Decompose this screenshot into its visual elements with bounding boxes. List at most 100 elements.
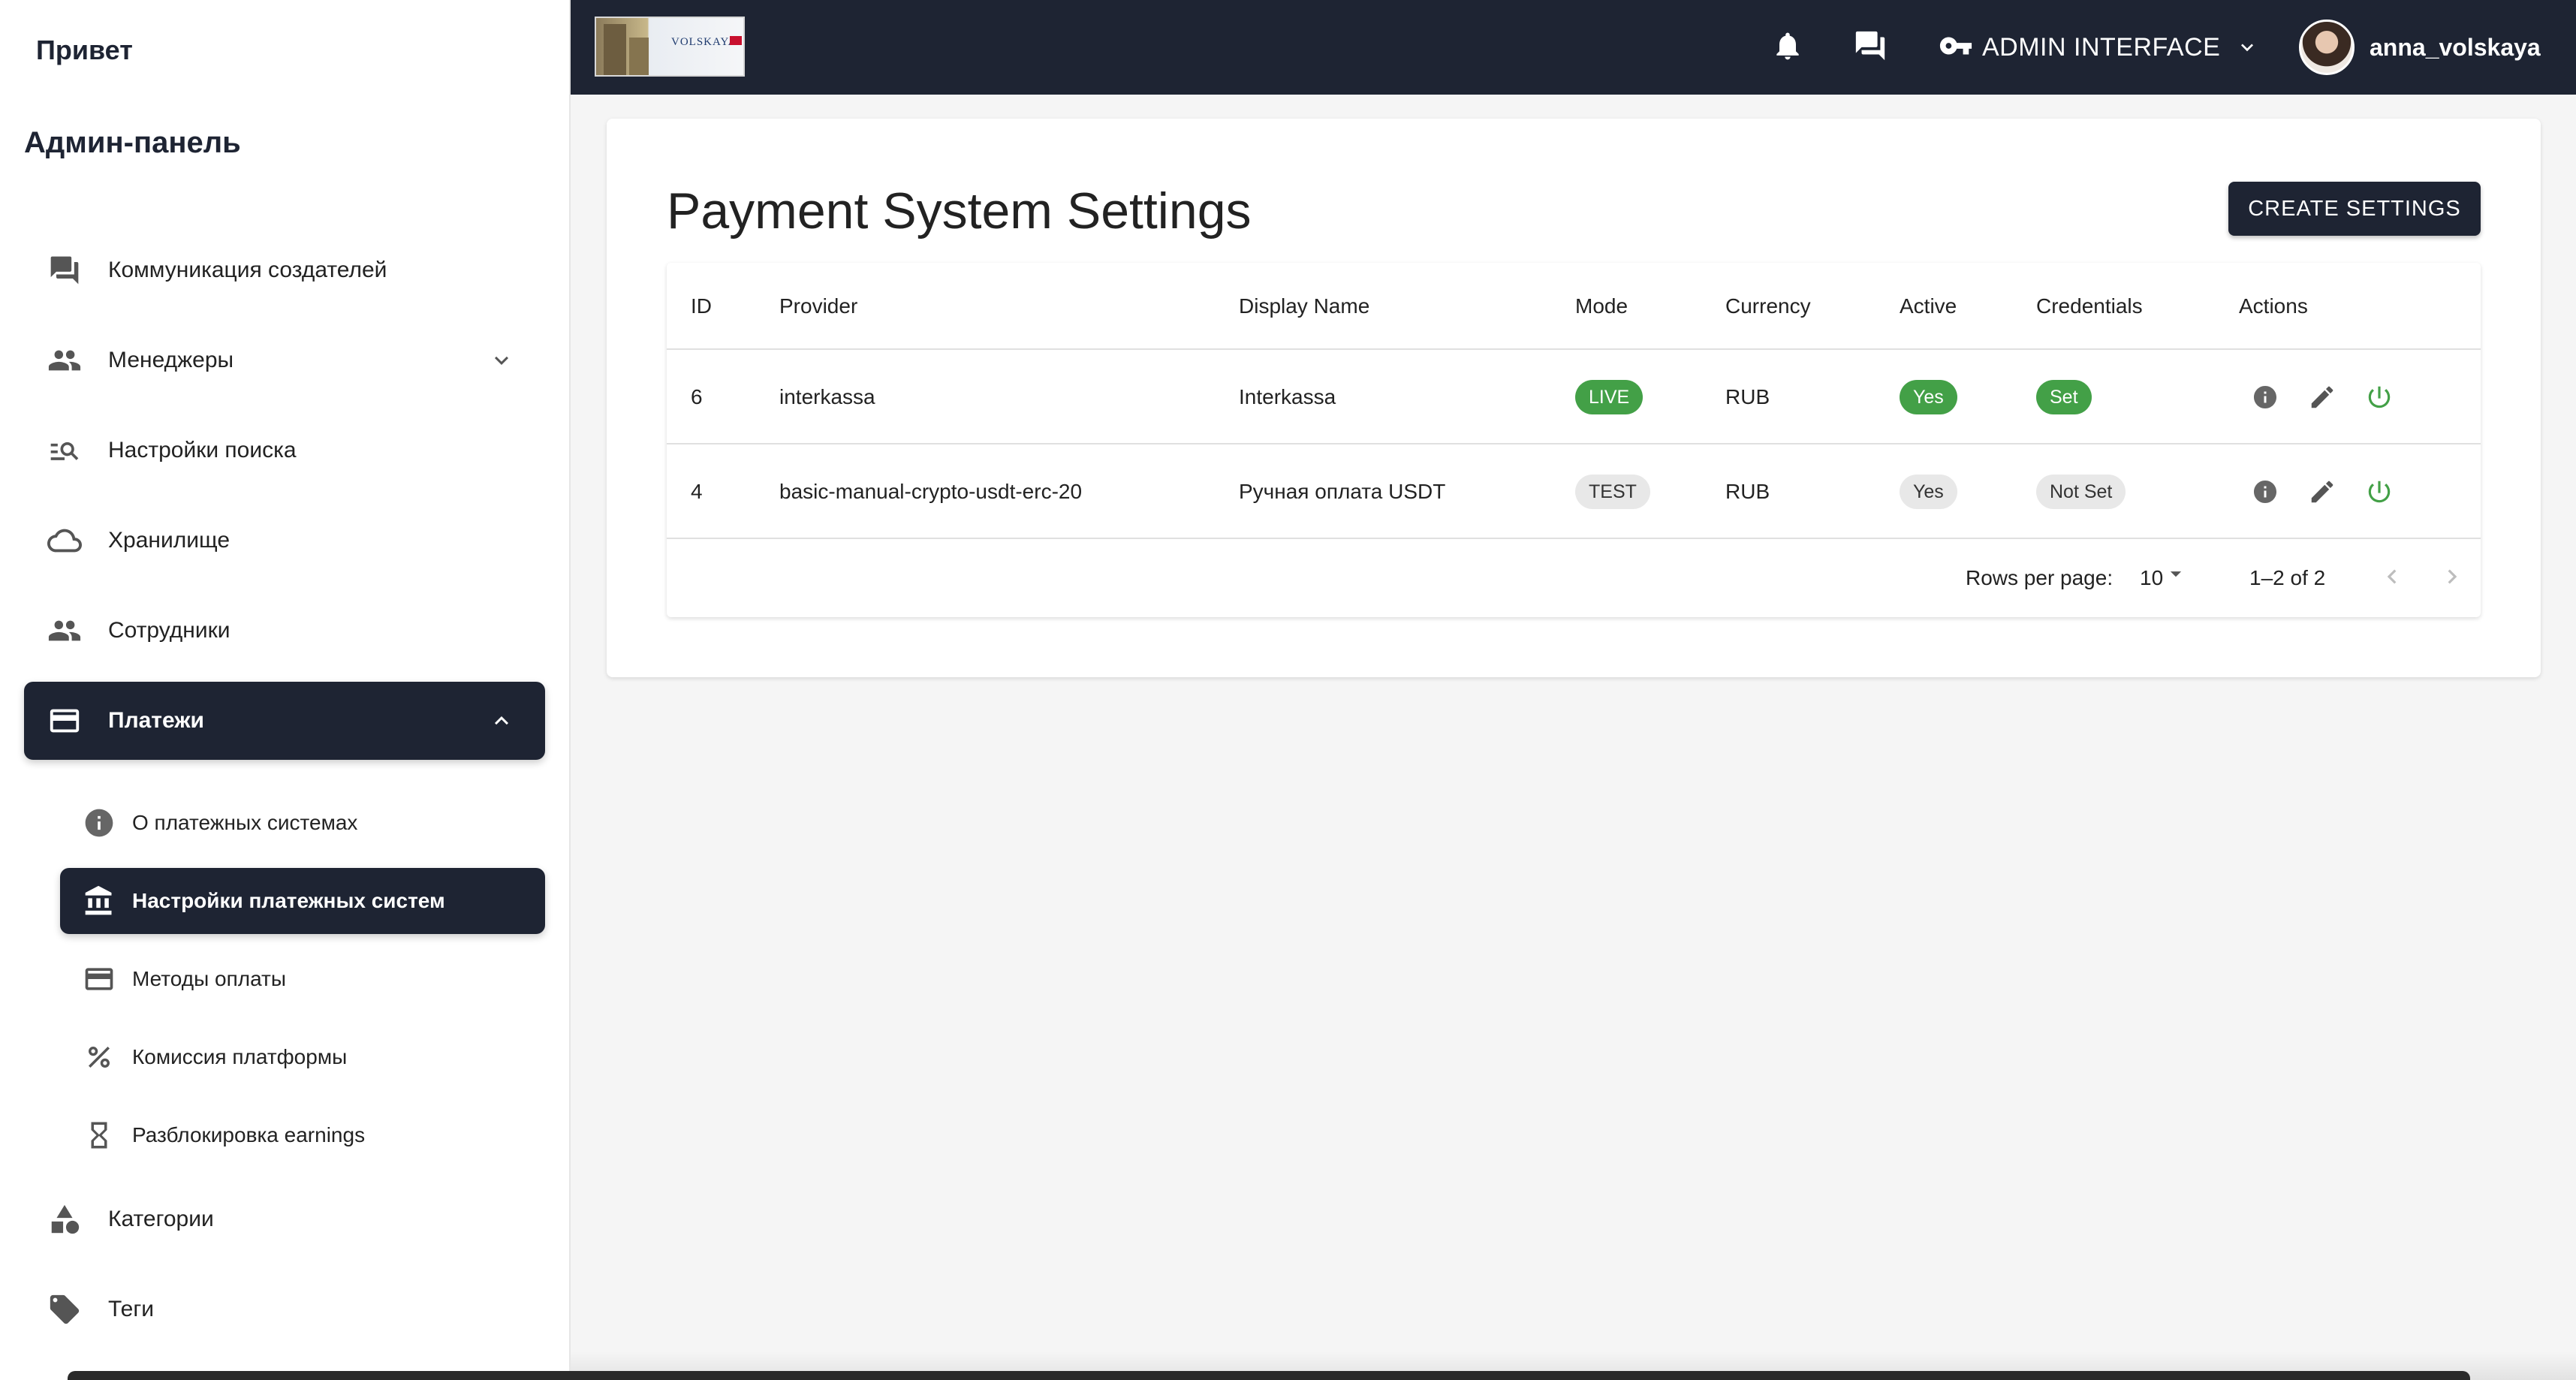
sidebar-item-label: Настройки поиска: [108, 438, 297, 463]
sidebar-item-managers[interactable]: Менеджеры: [24, 321, 545, 399]
info-icon[interactable]: [2248, 475, 2282, 509]
admin-interface-label: ADMIN INTERFACE: [1982, 32, 2221, 62]
pagination-range: 1–2 of 2: [2249, 566, 2326, 589]
cell-provider: interkassa: [779, 385, 875, 408]
sidebar-nav-lower: Категории Теги: [24, 1180, 545, 1360]
bank-icon: [83, 884, 116, 917]
chevron-down-icon[interactable]: [488, 347, 515, 374]
credit-card-icon: [83, 963, 116, 996]
settings-table: ID Provider Display Name Mode Currency A…: [667, 263, 2481, 617]
credentials-badge: Not Set: [2036, 475, 2126, 509]
site-logo[interactable]: VOLSKAYA: [595, 17, 745, 77]
submenu-item-payment-methods[interactable]: Методы оплаты: [60, 946, 545, 1012]
sidebar-item-storage[interactable]: Хранилище: [24, 502, 545, 580]
table-row: 4 basic-manual-crypto-usdt-erc-20 Ручная…: [667, 444, 2481, 539]
column-header-credentials[interactable]: Credentials: [2036, 263, 2143, 350]
table-row: 6 interkassa Interkassa LIVE RUB Yes Set: [667, 350, 2481, 444]
sidebar-item-label: Платежи: [108, 708, 204, 733]
page-title: Payment System Settings: [667, 182, 1252, 240]
power-icon[interactable]: [2362, 475, 2397, 509]
active-badge: Yes: [1900, 475, 1957, 509]
sidebar-item-search-settings[interactable]: Настройки поиска: [24, 411, 545, 490]
avatar: [2299, 20, 2355, 75]
mode-badge: LIVE: [1575, 380, 1644, 414]
manage-search-icon: [47, 432, 83, 469]
hourglass-icon: [83, 1119, 116, 1152]
cell-display-name: Interkassa: [1239, 385, 1336, 408]
sidebar-item-payments[interactable]: Платежи: [24, 682, 545, 760]
submenu-item-earnings-unlock[interactable]: Разблокировка earnings: [60, 1102, 545, 1168]
people-icon: [47, 342, 83, 378]
sidebar-nav: Коммуникация создателей Менеджеры Настро…: [24, 231, 545, 772]
chevron-up-icon[interactable]: [488, 707, 515, 734]
table-pagination: Rows per page: 10 1–2 of 2: [667, 539, 2481, 617]
sidebar-item-label: Хранилище: [108, 528, 230, 553]
edit-icon[interactable]: [2305, 380, 2339, 414]
info-icon: [83, 806, 116, 839]
notifications-button[interactable]: [1769, 29, 1806, 66]
info-icon[interactable]: [2248, 380, 2282, 414]
forum-icon: [1853, 29, 1888, 67]
rows-per-page-label: Rows per page:: [1966, 566, 2114, 589]
sidebar: Привет Админ-панель Коммуникация создате…: [0, 0, 571, 1380]
column-header-currency[interactable]: Currency: [1725, 263, 1811, 350]
dock-edge: [68, 1371, 2470, 1380]
rows-per-page-select[interactable]: 10: [2140, 562, 2189, 595]
top-app-bar: VOLSKAYA ADMIN INTERFACE anna_volskaya: [571, 0, 2576, 95]
submenu-item-payment-system-settings[interactable]: Настройки платежных систем: [60, 868, 545, 934]
sidebar-item-creator-communication[interactable]: Коммуникация создателей: [24, 231, 545, 309]
sidebar-item-label: Теги: [108, 1297, 155, 1321]
logo-tower-shape: [604, 24, 626, 75]
payments-submenu: О платежных системах Настройки платежных…: [60, 790, 545, 1180]
active-badge: Yes: [1900, 380, 1957, 414]
sidebar-item-label: Категории: [108, 1207, 214, 1231]
previous-page-button[interactable]: [2374, 560, 2410, 596]
submenu-item-platform-commission[interactable]: Комиссия платформы: [60, 1024, 545, 1090]
column-header-id[interactable]: ID: [691, 263, 712, 350]
submenu-item-label: Настройки платежных систем: [132, 889, 445, 912]
submenu-item-label: Методы оплаты: [132, 967, 286, 990]
forum-icon: [47, 252, 83, 288]
submenu-item-label: Комиссия платформы: [132, 1045, 348, 1068]
messages-button[interactable]: [1851, 29, 1889, 66]
rows-per-page-value: 10: [2140, 566, 2164, 589]
caret-down-icon: [2163, 561, 2189, 596]
cell-currency: RUB: [1725, 385, 1770, 408]
submenu-item-label: Разблокировка earnings: [132, 1123, 366, 1146]
column-header-active[interactable]: Active: [1900, 263, 1957, 350]
chevron-left-icon: [2378, 562, 2406, 595]
create-settings-button[interactable]: CREATE SETTINGS: [2228, 182, 2481, 236]
mode-badge: TEST: [1575, 475, 1650, 509]
user-menu[interactable]: anna_volskaya: [2299, 18, 2541, 77]
brand-title: Привет: [36, 35, 133, 65]
category-icon: [47, 1201, 83, 1237]
column-header-display-name[interactable]: Display Name: [1239, 263, 1369, 350]
credentials-badge: Set: [2036, 380, 2092, 414]
logo-building-shape: [629, 38, 649, 75]
chevron-right-icon: [2438, 562, 2466, 595]
cell-display-name: Ручная оплата USDT: [1239, 480, 1446, 503]
next-page-button[interactable]: [2434, 560, 2470, 596]
admin-interface-menu[interactable]: ADMIN INTERFACE: [1939, 23, 2259, 72]
cell-provider: basic-manual-crypto-usdt-erc-20: [779, 480, 1083, 503]
column-header-mode[interactable]: Mode: [1575, 263, 1628, 350]
key-icon: [1939, 29, 1973, 67]
tag-icon: [47, 1291, 83, 1327]
sidebar-item-label: Сотрудники: [108, 618, 230, 643]
submenu-item-label: О платежных системах: [132, 811, 358, 834]
sidebar-item-staff[interactable]: Сотрудники: [24, 592, 545, 670]
percent-icon: [83, 1041, 116, 1074]
submenu-item-payment-systems-info[interactable]: О платежных системах: [60, 790, 545, 856]
cell-id: 4: [691, 480, 703, 503]
sidebar-item-label: Коммуникация создателей: [108, 258, 387, 282]
people-icon: [47, 613, 83, 649]
sidebar-item-label: Менеджеры: [108, 348, 234, 372]
sidebar-item-tags[interactable]: Теги: [24, 1270, 545, 1348]
cloud-icon: [47, 523, 83, 559]
edit-icon[interactable]: [2305, 475, 2339, 509]
column-header-provider[interactable]: Provider: [779, 263, 857, 350]
sidebar-item-categories[interactable]: Категории: [24, 1180, 545, 1258]
power-icon[interactable]: [2362, 380, 2397, 414]
credit-card-icon: [47, 703, 83, 739]
logo-text: VOLSKAYA: [671, 36, 737, 48]
